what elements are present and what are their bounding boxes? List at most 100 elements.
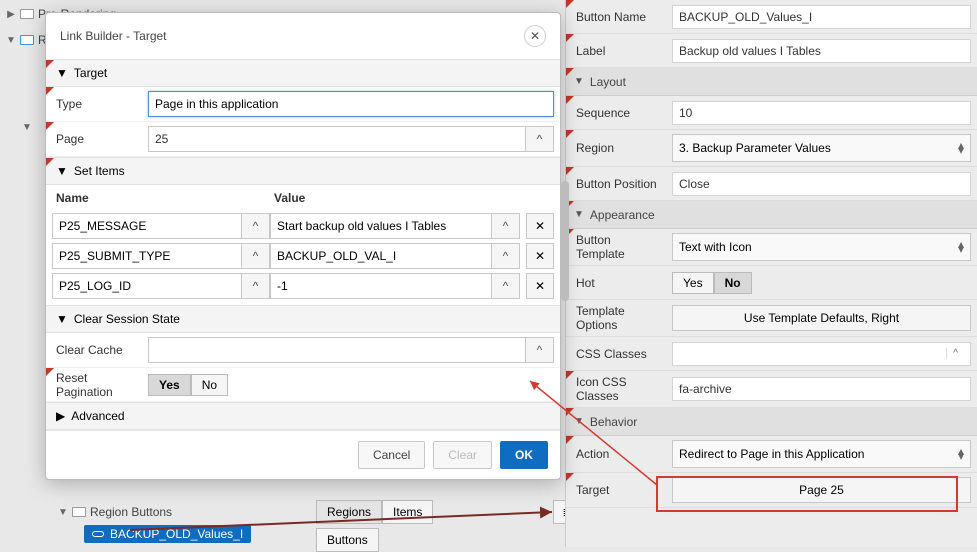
section-clear-session[interactable]: ▼Clear Session State: [46, 305, 560, 333]
col-value: Value: [274, 191, 550, 205]
folder-icon: [20, 35, 34, 45]
section-advanced[interactable]: ▶Advanced: [46, 402, 560, 430]
label-action: Action: [566, 443, 666, 465]
select-caret-icon: ▴▾: [958, 242, 964, 252]
chevron-down-icon: ▼: [56, 164, 68, 178]
section-target[interactable]: ▼Target: [46, 59, 560, 87]
set-item-row: ^^✕: [50, 211, 556, 241]
item-name-input[interactable]: [52, 213, 242, 239]
button-template-select[interactable]: Text with Icon▴▾: [672, 233, 971, 261]
close-button[interactable]: ✕: [524, 25, 546, 47]
tab-buttons[interactable]: Buttons: [316, 528, 379, 552]
clear-button[interactable]: Clear: [433, 441, 492, 469]
label-label: Label: [566, 40, 666, 62]
tree-label: Region Buttons: [90, 505, 172, 519]
section-layout[interactable]: ▼Layout: [566, 68, 977, 96]
chevron-down-icon: ▼: [58, 507, 68, 518]
label-type: Type: [46, 97, 142, 111]
chevron-up-icon: ^: [537, 132, 543, 146]
hot-yes[interactable]: Yes: [672, 272, 714, 294]
clear-cache-input[interactable]: [148, 337, 526, 363]
chevron-down-icon: ▼: [6, 35, 16, 46]
chevron-up-icon: ^: [253, 249, 259, 263]
item-value-input[interactable]: [270, 213, 492, 239]
label-input[interactable]: Backup old values I Tables: [672, 39, 971, 63]
reset-no[interactable]: No: [191, 374, 228, 396]
remove-row-button[interactable]: ✕: [526, 213, 554, 239]
value-lov-button[interactable]: ^: [492, 273, 520, 299]
name-lov-button[interactable]: ^: [242, 273, 270, 299]
label-button-position: Button Position: [566, 173, 666, 195]
hot-no[interactable]: No: [714, 272, 752, 294]
name-lov-button[interactable]: ^: [242, 213, 270, 239]
section-appearance[interactable]: ▼Appearance: [566, 201, 977, 229]
tree-label: BACKUP_OLD_Values_I: [110, 527, 243, 541]
chevron-down-icon: ▼: [56, 312, 68, 326]
button-position-input[interactable]: Close: [672, 172, 971, 196]
ok-button[interactable]: OK: [500, 441, 548, 469]
popup-icon[interactable]: ^: [946, 348, 964, 359]
select-caret-icon: ▴▾: [958, 449, 964, 459]
page-input[interactable]: [148, 126, 526, 152]
reset-yes[interactable]: Yes: [148, 374, 191, 396]
hot-toggle[interactable]: YesNo: [672, 272, 752, 294]
label-target: Target: [566, 479, 666, 501]
tree-node-active[interactable]: BACKUP_OLD_Values_I: [0, 524, 560, 544]
set-items-table: Name Value ^^✕^^✕^^✕: [46, 185, 560, 305]
chevron-down-icon: ▼: [56, 66, 68, 80]
scrollbar-thumb[interactable]: [561, 181, 569, 301]
value-lov-button[interactable]: ^: [492, 243, 520, 269]
label-region: Region: [566, 137, 666, 159]
name-lov-button[interactable]: ^: [242, 243, 270, 269]
chevron-right-icon: ▶: [6, 9, 16, 20]
close-icon: ✕: [535, 249, 545, 263]
item-value-input[interactable]: [270, 243, 492, 269]
item-name-input[interactable]: [52, 273, 242, 299]
reset-pagination-toggle[interactable]: Yes No: [148, 374, 228, 396]
item-value-input[interactable]: [270, 273, 492, 299]
section-set-items[interactable]: ▼Set Items: [46, 157, 560, 185]
label-hot: Hot: [566, 272, 666, 294]
chevron-up-icon: ^: [253, 279, 259, 293]
icon-css-input[interactable]: fa-archive: [672, 377, 971, 401]
tab-regions[interactable]: Regions: [316, 500, 382, 524]
chevron-up-icon: ^: [503, 279, 509, 293]
sequence-input[interactable]: 10: [672, 101, 971, 125]
label-template-options: Template Options: [566, 300, 666, 336]
chevron-right-icon: ▶: [56, 409, 65, 423]
remove-row-button[interactable]: ✕: [526, 273, 554, 299]
template-options-button[interactable]: Use Template Defaults, Right: [672, 305, 971, 331]
chevron-down-icon: ▼: [574, 209, 584, 220]
chevron-down-icon: ▼: [574, 416, 584, 427]
label-css-classes: CSS Classes: [566, 343, 666, 365]
close-icon: ✕: [535, 279, 545, 293]
item-name-input[interactable]: [52, 243, 242, 269]
chevron-up-icon: ^: [503, 249, 509, 263]
region-select[interactable]: 3. Backup Parameter Values▴▾: [672, 134, 971, 162]
annotation-box: [656, 476, 958, 512]
label-button-template: Button Template: [566, 229, 666, 265]
folder-icon: [72, 507, 86, 517]
set-item-row: ^ ^ ✕: [50, 271, 556, 301]
remove-row-button[interactable]: ✕: [526, 243, 554, 269]
label-icon-css: Icon CSS Classes: [566, 371, 666, 407]
action-select[interactable]: Redirect to Page in this Application▴▾: [672, 440, 971, 468]
type-select[interactable]: [148, 91, 554, 117]
tab-items[interactable]: Items: [382, 500, 433, 524]
label-clear-cache: Clear Cache: [46, 343, 142, 357]
set-item-row: ^ ^ ✕: [50, 241, 556, 271]
section-behavior[interactable]: ▼Behavior: [566, 408, 977, 436]
page-lov-button[interactable]: ^: [526, 126, 554, 152]
cancel-button[interactable]: Cancel: [358, 441, 425, 469]
chevron-down-icon: ▼: [574, 76, 584, 87]
clear-cache-lov-button[interactable]: ^: [526, 337, 554, 363]
property-panel: Button Name BACKUP_OLD_Values_I Label Ba…: [565, 0, 977, 547]
close-icon: ✕: [530, 29, 540, 43]
center-toolbar: Regions Items ≣ ▾: [316, 500, 591, 524]
modal-title: Link Builder - Target: [60, 29, 167, 43]
value-lov-button[interactable]: ^: [492, 213, 520, 239]
link-icon: [92, 531, 104, 537]
col-name: Name: [56, 191, 274, 205]
button-name-input[interactable]: BACKUP_OLD_Values_I: [672, 5, 971, 29]
link-builder-modal: Link Builder - Target ✕ ▼Target Type Pag…: [45, 12, 561, 480]
